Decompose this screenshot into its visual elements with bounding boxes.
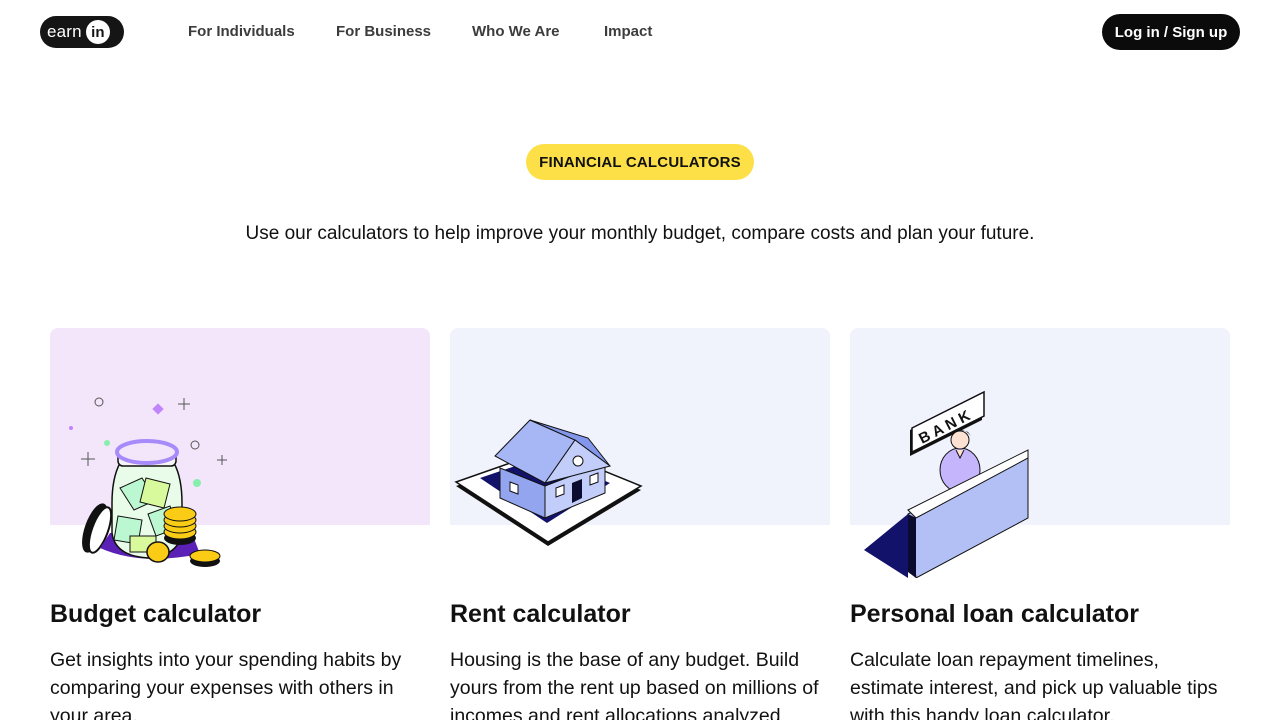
section-badge: FINANCIAL CALCULATORS bbox=[526, 144, 754, 180]
budget-calculator-card[interactable]: Budget calculator Get insights into your… bbox=[50, 328, 430, 720]
intro-text: Use our calculators to help improve your… bbox=[245, 223, 1035, 244]
card-description: Calculate loan repayment timelines, esti… bbox=[850, 649, 1218, 720]
nav-for-individuals[interactable]: For Individuals bbox=[188, 22, 295, 42]
loan-card-image: BANK bbox=[850, 328, 1230, 578]
money-jar-icon bbox=[69, 397, 227, 567]
rent-card-image bbox=[450, 328, 830, 578]
card-title[interactable]: Rent calculator bbox=[450, 598, 631, 630]
nav-who-we-are[interactable]: Who We Are bbox=[472, 22, 560, 42]
house-icon bbox=[454, 419, 643, 546]
nav-impact[interactable]: Impact bbox=[604, 22, 652, 42]
earnin-logo[interactable]: earn in bbox=[40, 16, 124, 48]
card-title[interactable]: Budget calculator bbox=[50, 598, 261, 630]
personal-loan-calculator-card[interactable]: BANK Personal loan calculator Calculate … bbox=[850, 328, 1230, 720]
logo-wordmark: earn bbox=[47, 22, 82, 41]
logo-badge: in bbox=[85, 20, 110, 44]
card-description: Get insights into your spending habits b… bbox=[50, 649, 402, 720]
rent-calculator-card[interactable]: Rent calculator Housing is the base of a… bbox=[450, 328, 830, 720]
card-title[interactable]: Personal loan calculator bbox=[850, 598, 1139, 630]
login-signup-button[interactable]: Log in / Sign up bbox=[1102, 14, 1240, 50]
site-header: earn in For Individuals For Business Who… bbox=[0, 0, 1280, 64]
budget-card-image bbox=[50, 328, 430, 578]
card-description: Housing is the base of any budget. Build… bbox=[450, 649, 819, 720]
nav-for-business[interactable]: For Business bbox=[336, 22, 431, 42]
bank-teller-icon: BANK bbox=[864, 390, 1029, 578]
